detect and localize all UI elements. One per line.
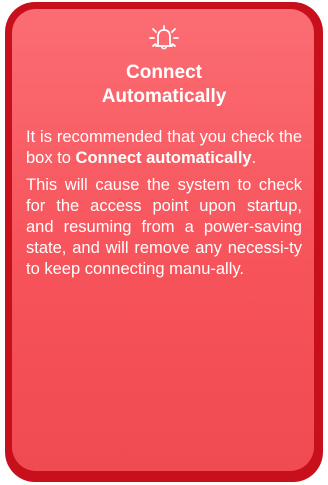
callout-title-line-1: Connect xyxy=(126,62,202,83)
para1-suffix: . xyxy=(251,149,257,167)
callout-paragraph-2: This will cause the system to check for … xyxy=(26,176,302,278)
callout-title: Connect Automatically xyxy=(26,61,302,109)
callout-paragraph-1: It is recommended that you check the box… xyxy=(26,127,302,169)
notice-callout-body: Connect Automatically It is recommended … xyxy=(12,9,314,471)
notice-callout: Connect Automatically It is recommended … xyxy=(5,2,323,482)
bell-ringing-icon xyxy=(26,21,302,55)
para1-bold-term: Connect automatically xyxy=(75,149,252,167)
callout-title-line-2: Automatically xyxy=(101,86,227,107)
